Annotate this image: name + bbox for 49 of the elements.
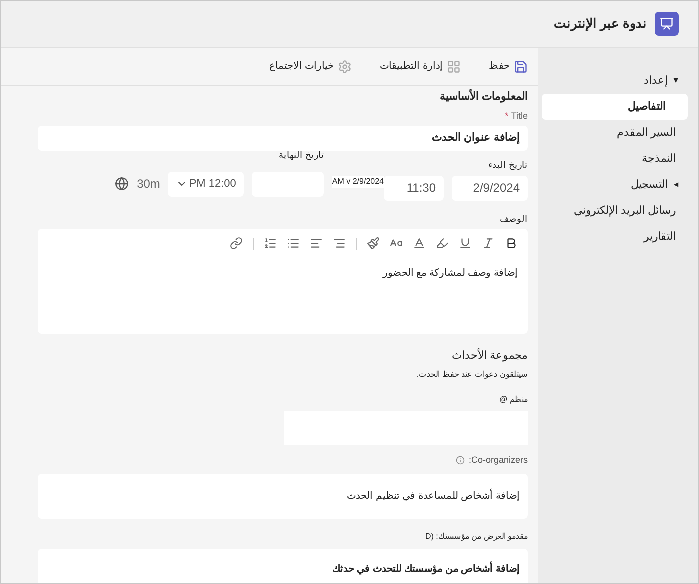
sidebar-item[interactable]: النمذجة — [538, 146, 698, 172]
presenters-field[interactable]: إضافة أشخاص من مؤسستك للتحدث في حدثك — [38, 549, 528, 583]
group-note: سيتلقون دعوات عند حفظ الحدث. — [416, 368, 528, 380]
section-title: المعلومات الأساسية — [438, 89, 528, 105]
description-placeholder: إضافة وصف لمشاركة مع الحضور — [382, 267, 518, 281]
field-label: Title * — [504, 110, 528, 122]
group-title: مجموعة الأحداث — [450, 348, 528, 364]
bold-icon[interactable] — [505, 237, 518, 250]
underline-icon[interactable] — [459, 237, 472, 250]
description-editor[interactable]: إضافة وصف لمشاركة مع الحضور — [38, 229, 528, 334]
link-icon[interactable] — [230, 237, 243, 250]
field-label: Co-organizers: — [38, 454, 528, 467]
toolbar-button[interactable]: حفظ — [489, 59, 528, 74]
field-label: الوصف — [499, 212, 528, 226]
title-field[interactable]: إضافة عنوان الحدث — [38, 126, 528, 151]
sidebar-item[interactable]: رسائل البريد الإلكتروني — [538, 198, 698, 224]
caret-icon: ▼ — [672, 75, 680, 87]
sidebar-item[interactable]: ▼ التسجيل — [538, 172, 698, 198]
field-label: تاريخ البدء — [488, 159, 528, 172]
highlight-icon[interactable] — [436, 237, 449, 250]
date-tooltip: AM v 2/9/2024 — [332, 176, 384, 188]
page-title: ندوة عبر الإنترنت — [554, 15, 647, 34]
numbers-icon[interactable] — [264, 237, 277, 250]
coorganizers-field[interactable]: إضافة أشخاص للمساعدة في تنظيم الحدث — [38, 474, 528, 519]
gear-icon — [338, 60, 352, 74]
align-left-icon[interactable] — [310, 237, 323, 250]
sidebar-item[interactable]: ▼ إعداد — [538, 68, 698, 94]
info-icon[interactable] — [456, 456, 465, 465]
duration-text: 30m — [137, 176, 160, 193]
globe-icon[interactable] — [115, 177, 130, 191]
caret-icon: ▼ — [670, 181, 682, 189]
start-date-field[interactable]: 2/9/2024 — [452, 176, 528, 200]
bullets-icon[interactable] — [287, 237, 300, 250]
font-color-icon[interactable] — [413, 237, 426, 250]
end-time-dropdown[interactable]: 12:00 PM — [168, 172, 244, 196]
toolbar-button[interactable]: إدارة التطبيقات — [380, 59, 461, 74]
italic-icon[interactable] — [482, 237, 495, 250]
sidebar-item[interactable]: السير المقدم — [538, 120, 698, 146]
field-label: مقدمو العرض من مؤسستك: (D — [424, 531, 528, 543]
grid-icon — [447, 60, 461, 74]
start-time-field[interactable]: 11:30 — [384, 176, 444, 200]
sidebar-item[interactable]: التفاصيل — [542, 94, 688, 120]
field-label: منظم @ — [498, 394, 528, 406]
app-logo-icon — [655, 12, 679, 36]
field-label: تاريخ النهاية — [278, 149, 324, 162]
align-right-icon[interactable] — [333, 237, 346, 250]
sidebar-item[interactable]: التقارير — [538, 224, 698, 250]
style-icon[interactable] — [367, 237, 380, 250]
toolbar-button[interactable]: خيارات الاجتماع — [269, 59, 352, 74]
